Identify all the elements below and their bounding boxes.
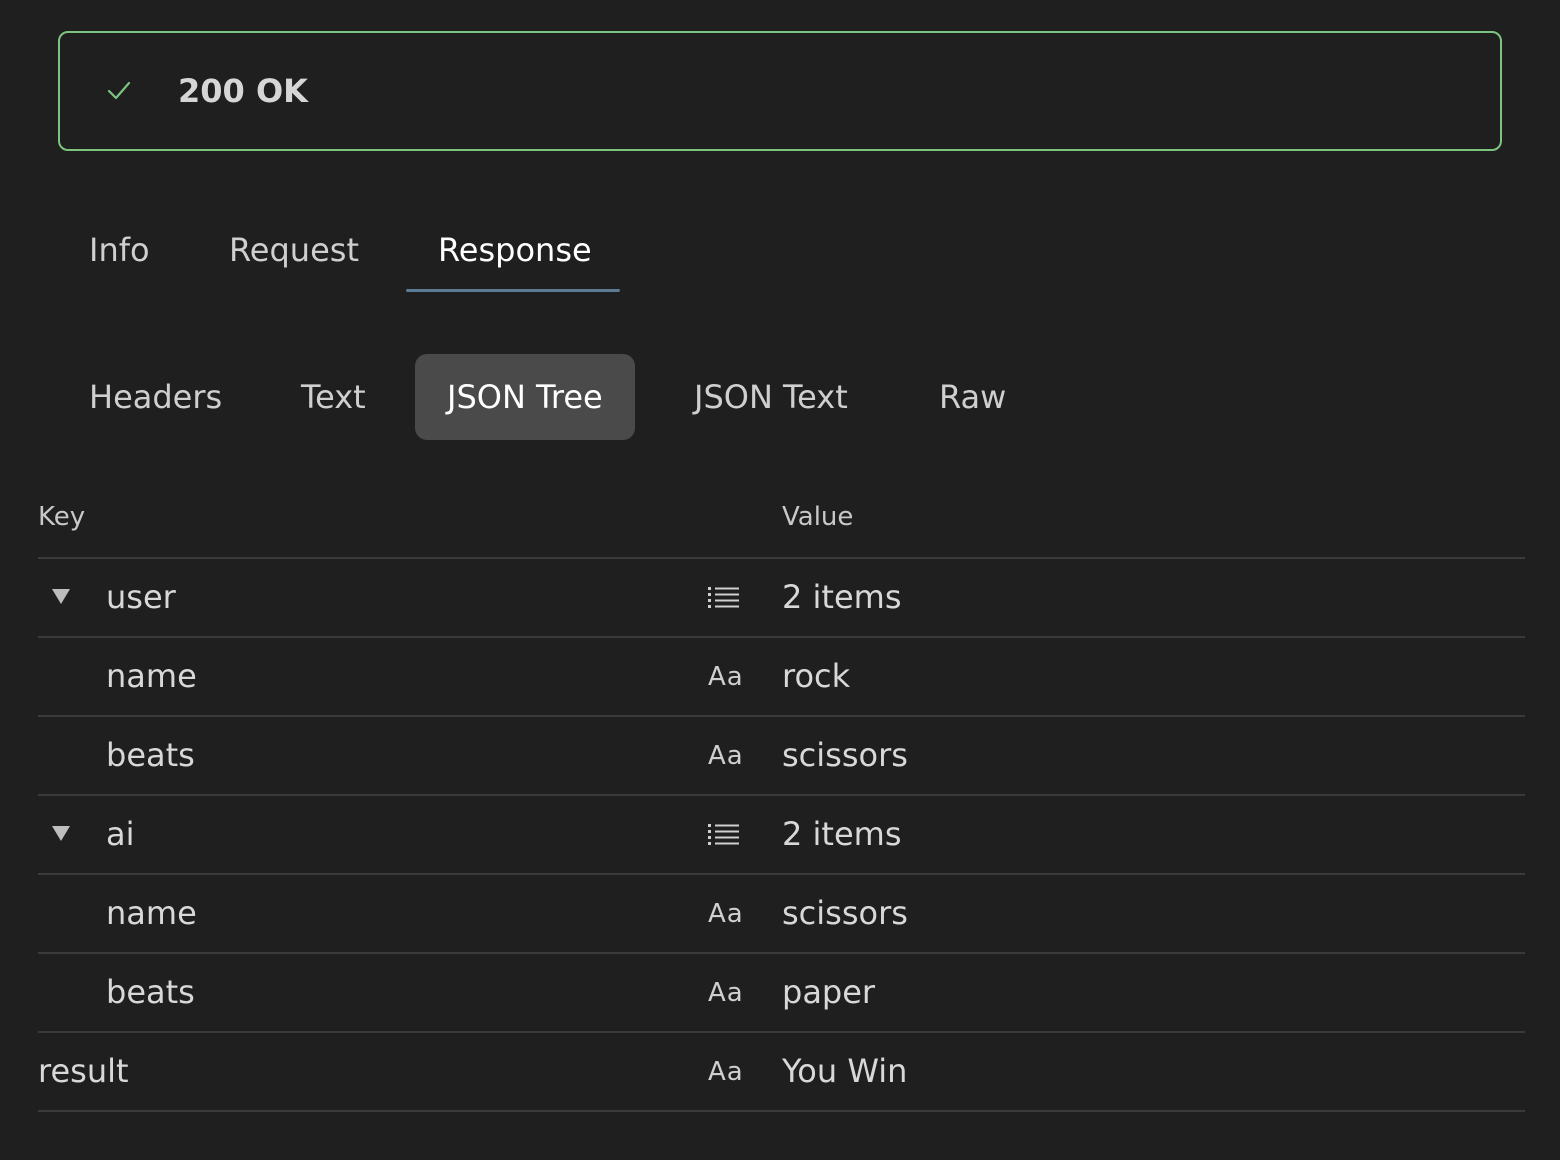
main-tabs: Info Request Response [0,220,1560,300]
row-value: scissors [782,894,908,932]
expand-toggle-icon[interactable] [52,826,70,841]
status-code: 200 OK [178,72,308,110]
tree-header: Key Value [38,480,1525,559]
row-value: 2 items [782,815,902,853]
string-type-icon: Aa [708,662,744,692]
row-value: rock [782,657,851,695]
subtab-raw[interactable]: Raw [939,354,1006,440]
row-key: ai [106,815,135,853]
string-type-icon: Aa [708,899,744,929]
value-column-header: Value [782,502,854,532]
tab-info[interactable]: Info [89,228,150,272]
expand-toggle-icon[interactable] [52,589,70,604]
key-column-header: Key [38,502,86,532]
subtab-headers[interactable]: Headers [89,354,222,440]
row-key: result [38,1052,129,1090]
active-tab-indicator [406,289,620,292]
row-key: beats [106,736,195,774]
tree-row-ai[interactable]: ai 2 items [38,796,1525,875]
row-value: 2 items [782,578,902,616]
row-key: beats [106,973,195,1011]
subtab-json-text[interactable]: JSON Text [694,354,848,440]
string-type-icon: Aa [708,741,744,771]
status-banner: 200 OK [58,31,1502,151]
row-key: user [106,578,176,616]
string-type-icon: Aa [708,978,744,1008]
string-type-icon: Aa [708,1057,744,1087]
tree-row-ai-beats[interactable]: beats Aa paper [38,954,1525,1033]
json-tree: Key Value user 2 items name Aa rock beat… [38,480,1525,1112]
tree-row-ai-name[interactable]: name Aa scissors [38,875,1525,954]
tree-row-user-beats[interactable]: beats Aa scissors [38,717,1525,796]
tree-row-result[interactable]: result Aa You Win [38,1033,1525,1112]
response-view-tabs: Headers Text JSON Tree JSON Text Raw [0,354,1560,440]
row-value: paper [782,973,876,1011]
tree-row-user-name[interactable]: name Aa rock [38,638,1525,717]
subtab-text[interactable]: Text [301,354,366,440]
subtab-json-tree[interactable]: JSON Tree [415,354,635,440]
row-value: scissors [782,736,908,774]
tab-request[interactable]: Request [229,228,359,272]
row-key: name [106,657,197,695]
list-icon [708,824,739,845]
tree-row-user[interactable]: user 2 items [38,559,1525,638]
tab-response[interactable]: Response [438,228,592,272]
check-icon [107,81,131,100]
list-icon [708,587,739,608]
row-value: You Win [782,1052,908,1090]
row-key: name [106,894,197,932]
